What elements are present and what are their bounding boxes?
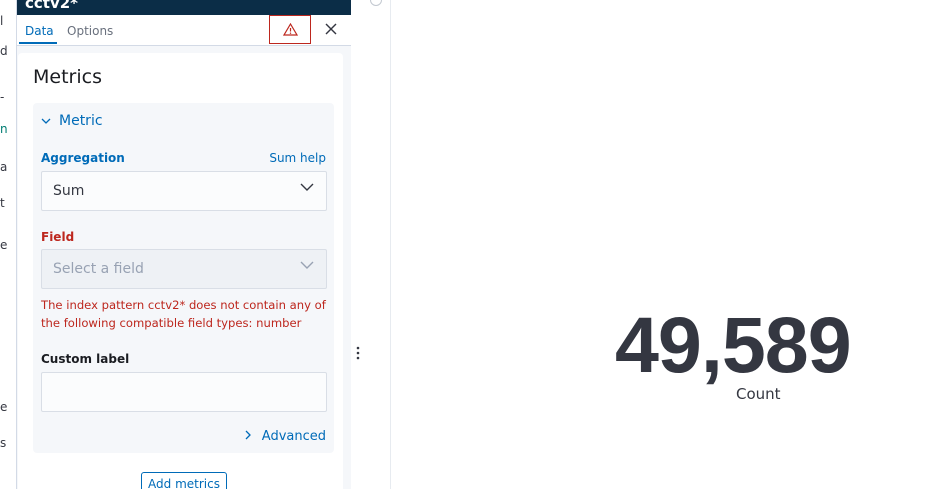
field-select[interactable]: Select a field [41, 249, 327, 289]
editor-tab-bar: Data Options [17, 15, 351, 46]
aggregation-select[interactable]: Sum [41, 171, 327, 211]
index-pattern-title: cctv2* [17, 0, 351, 15]
strip-glyph: l [0, 14, 4, 28]
strip-glyph: n [0, 122, 8, 136]
strip-glyph: d [0, 44, 8, 58]
metric-value: 49,589 [615, 300, 852, 389]
field-label: Field [41, 230, 75, 244]
visualize-editor-screen: l d - n a t e e s cctv2* Data Options Me… [0, 0, 939, 489]
metric-label: Count [736, 385, 781, 403]
metric-agg-section: Metric Aggregation Sum help Sum Field Se… [33, 103, 334, 453]
add-metrics-button[interactable]: Add metrics [141, 472, 227, 489]
strip-glyph: e [0, 238, 8, 252]
close-icon [325, 23, 337, 35]
active-tab-indicator [19, 42, 57, 44]
strip-glyph: e [0, 400, 8, 414]
resize-handle-icon[interactable] [356, 346, 362, 360]
field-error-message: The index pattern cctv2* does not contai… [41, 298, 326, 330]
aggregation-label: Aggregation [41, 151, 125, 165]
panel-divider [351, 0, 391, 489]
metrics-heading: Metrics [33, 66, 102, 88]
close-button[interactable] [321, 19, 341, 41]
tab-options[interactable]: Options [67, 24, 113, 38]
metric-visualization: 49,589 Count [391, 0, 939, 489]
strip-glyph: a [0, 160, 8, 174]
advanced-toggle[interactable]: Advanced [245, 429, 326, 444]
custom-label-input[interactable] [41, 372, 327, 412]
sum-help-link[interactable]: Sum help [269, 151, 326, 165]
strip-glyph: - [0, 90, 5, 104]
tab-data[interactable]: Data [25, 24, 54, 38]
chevron-right-icon [245, 430, 256, 443]
metrics-card: Metrics Metric Aggregation Sum help Sum … [18, 53, 343, 489]
left-nav-strip: l d - n a t e e s [0, 0, 17, 489]
metric-accordion-toggle[interactable]: Metric [41, 113, 103, 129]
aggregation-value: Sum [53, 183, 85, 199]
chevron-down-icon [41, 114, 51, 128]
advanced-label: Advanced [261, 429, 326, 444]
chevron-down-icon [300, 259, 314, 274]
strip-glyph: t [0, 196, 5, 210]
field-placeholder: Select a field [53, 261, 144, 277]
chevron-down-icon [300, 181, 314, 196]
strip-glyph: s [0, 436, 7, 450]
metric-accordion-label: Metric [59, 113, 103, 129]
custom-label-label: Custom label [41, 352, 130, 366]
warning-triangle-icon [282, 23, 298, 36]
editor-panel: cctv2* Data Options Metrics Metric Aggre… [17, 0, 351, 489]
errors-button[interactable] [269, 15, 311, 44]
